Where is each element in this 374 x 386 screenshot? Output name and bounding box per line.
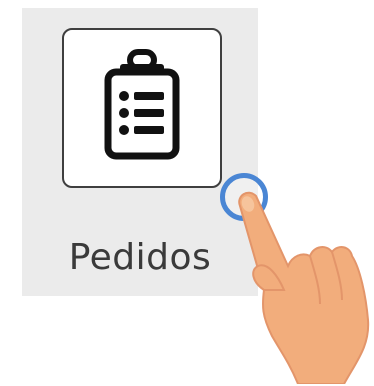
pointing-hand-icon: [238, 191, 370, 384]
pedidos-icon-button[interactable]: [62, 28, 222, 188]
screen: Pedidos: [0, 0, 374, 386]
pedidos-label: Pedidos: [68, 237, 212, 278]
clipboard-list-icon: [104, 49, 180, 160]
